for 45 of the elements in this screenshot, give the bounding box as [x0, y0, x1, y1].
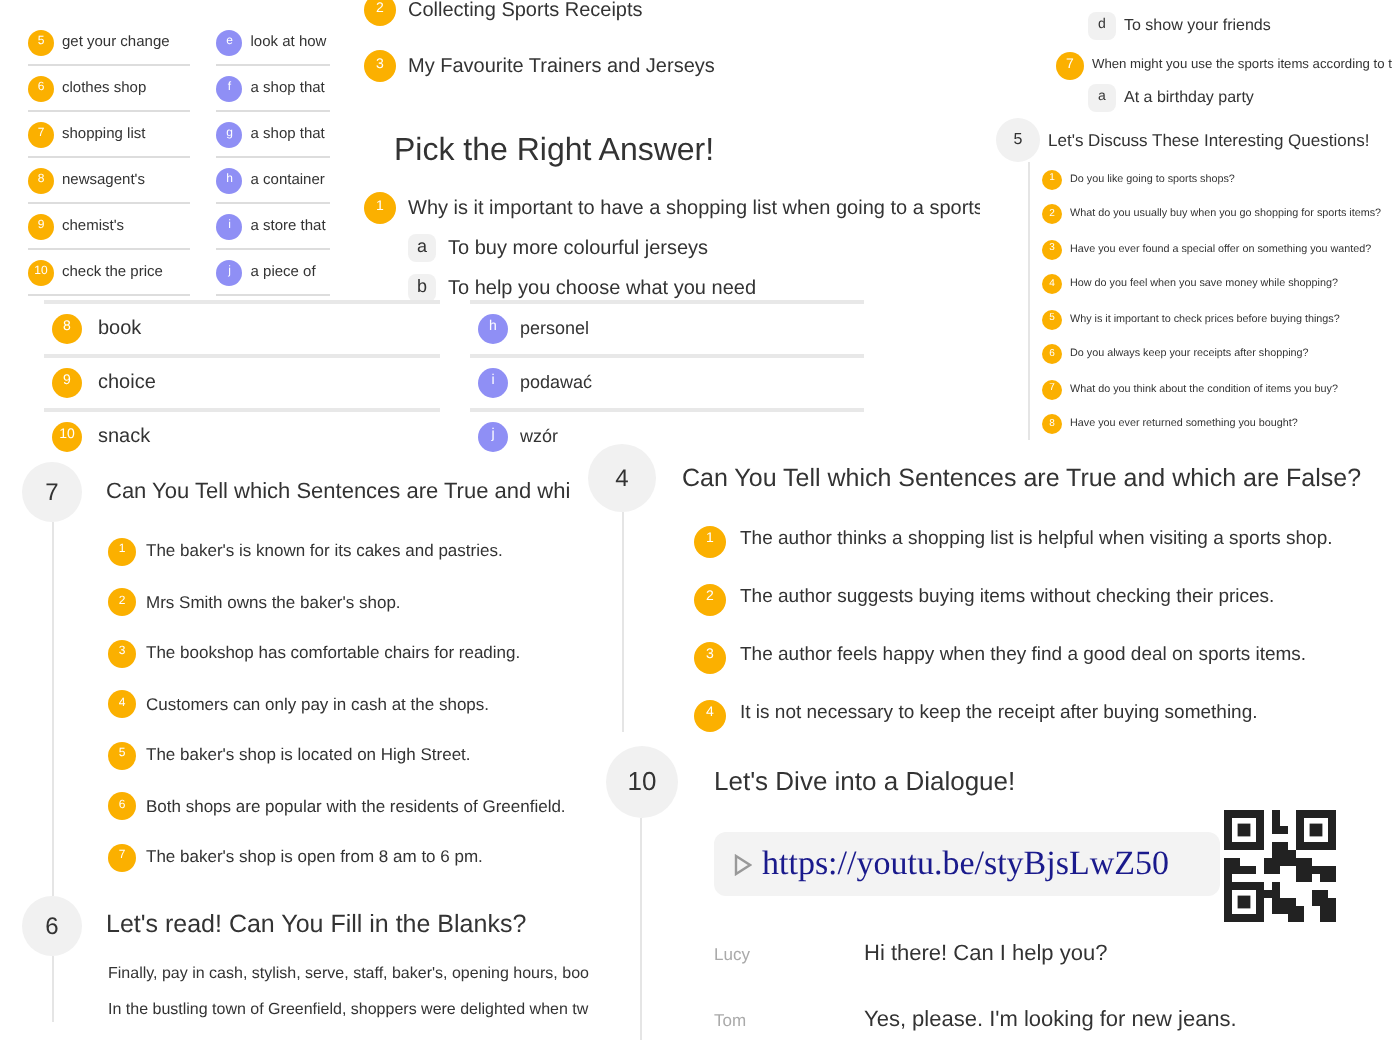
option-letter: a	[408, 234, 436, 262]
paragraph-text: In the bustling town of Greenfield, shoppers were delighted when tw	[108, 997, 591, 1021]
item-text: To buy more colourful jerseys	[448, 235, 709, 263]
item-text: wzór	[520, 423, 559, 450]
qr-code-icon	[1224, 810, 1336, 922]
item-text: personel	[520, 315, 590, 342]
section-title: Can You Tell which Sentences are True and which are False?	[682, 461, 1362, 496]
item-text: book	[98, 316, 142, 344]
item-text: To help you choose what you need	[448, 275, 756, 303]
section-title: Can You Tell which Sentences are True and whi	[106, 477, 571, 508]
item-text: snack	[98, 424, 151, 452]
option-letter: b	[408, 274, 436, 302]
dialogue-line: Hi there! Can I help you?	[864, 940, 1108, 971]
section-number: 10	[606, 746, 678, 818]
item-text: The author feels happy when they find a good deal on sports items.	[740, 642, 1307, 671]
section-number: 7	[22, 462, 82, 522]
item-text: The bookshop has comfortable chairs for reading.	[146, 640, 521, 667]
section-number: 4	[588, 444, 656, 512]
speaker-name: Tom	[714, 1008, 749, 1034]
section-title: Let's Discuss These Interesting Questions!	[1048, 127, 1370, 153]
item-text: My Favourite Trainers and Jerseys	[408, 53, 715, 81]
item-text: The baker's is known for its cakes and pastries.	[146, 538, 503, 565]
item-text: To show your friends	[1124, 14, 1271, 38]
item-text: Mrs Smith owns the baker's shop.	[146, 589, 401, 616]
item-text: It is not necessary to keep the receipt after buying something.	[740, 700, 1258, 729]
item-text: podawać	[520, 369, 593, 396]
section-title: Let's read! Can You Fill in the Blanks?	[106, 908, 527, 943]
item-text: choice	[98, 370, 156, 398]
item-text: Customers can only pay in cash at the shops.	[146, 691, 490, 718]
item-text: The baker's shop is open from 8 am to 6 pm.	[146, 844, 483, 871]
section-title: Let's Dive into a Dialogue!	[714, 764, 1016, 801]
item-text: The author suggests buying items without checking their prices.	[740, 584, 1275, 613]
section-number: 6	[22, 895, 82, 955]
play-icon	[734, 853, 752, 875]
item-text: The baker's shop is located on High Street.	[146, 742, 471, 769]
speaker-name: Lucy	[714, 942, 752, 968]
word-bank: Finally, pay in cash, stylish, serve, staff, baker's, opening hours, boo	[108, 961, 591, 986]
item-text: Both shops are popular with the residents of Greenfield.	[146, 793, 566, 820]
dialogue-line: Yes, please. I'm looking for new jeans.	[864, 1006, 1237, 1037]
section-number: 5	[996, 118, 1040, 162]
item-text: The author thinks a shopping list is helpful when visiting a sports shop.	[740, 526, 1333, 555]
section-title: Pick the Right Answer!	[394, 134, 715, 168]
item-text: At a birthday party	[1124, 86, 1254, 110]
video-link[interactable]: https://youtu.be/styBjsLwZ50	[714, 832, 1220, 896]
item-text: Collecting Sports Receipts	[408, 0, 643, 25]
